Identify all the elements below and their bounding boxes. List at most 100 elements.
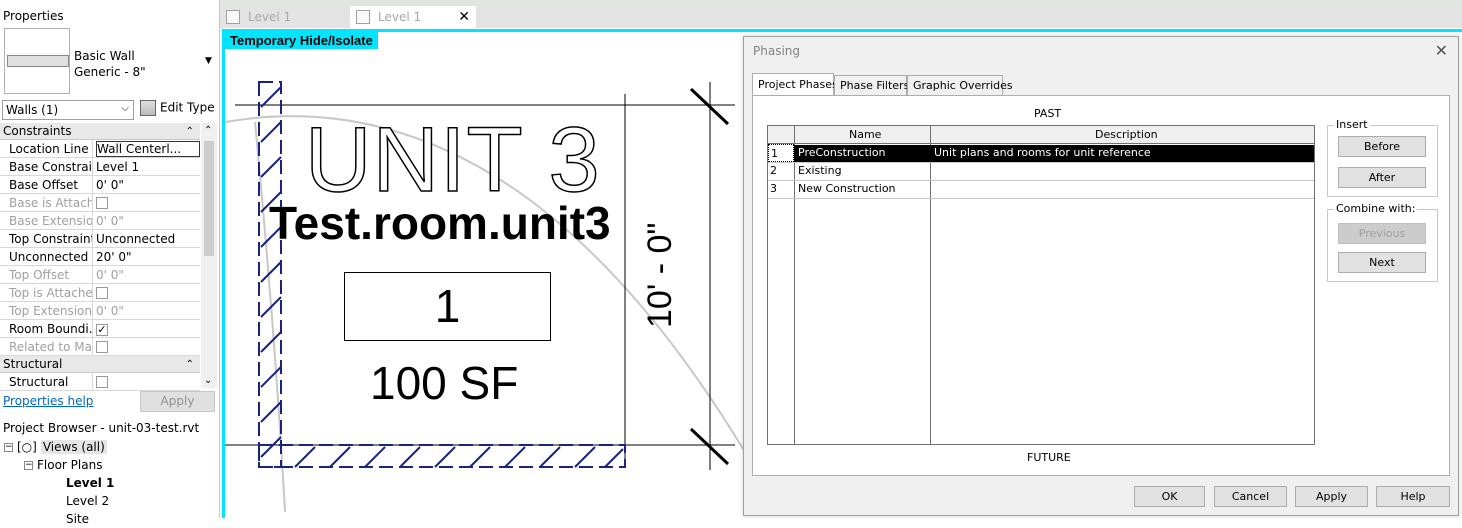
- room-area-tag[interactable]: 100 SF: [370, 360, 518, 406]
- tab-label: Level 1: [248, 10, 292, 24]
- col-divider: [794, 126, 795, 444]
- type-dropdown-icon[interactable]: ▼: [205, 56, 212, 66]
- collapse-icon[interactable]: −: [24, 461, 33, 470]
- edit-type-button[interactable]: Edit Type: [140, 100, 215, 116]
- combine-next-button[interactable]: Next: [1338, 252, 1426, 273]
- prop-key: Unconnected ...: [0, 248, 93, 265]
- group-constraints[interactable]: Constraints ⌃: [0, 123, 200, 140]
- prop-value: 0' 0": [96, 304, 124, 318]
- past-label: PAST: [1034, 107, 1062, 120]
- floor-plan-icon: [226, 10, 240, 24]
- row-line: [768, 162, 1314, 163]
- scroll-up-icon[interactable]: ⌃: [204, 125, 212, 136]
- prop-key: Top Offset: [0, 266, 93, 283]
- edit-type-icon: [140, 100, 156, 116]
- scroll-down-icon[interactable]: ⌄: [204, 375, 212, 386]
- cancel-button[interactable]: Cancel: [1214, 486, 1287, 507]
- unit-label[interactable]: UNIT 3: [304, 113, 601, 207]
- prop-row-room-bounding[interactable]: Room Boundi... ✓: [0, 320, 200, 338]
- dimension-text[interactable]: 10' - 0": [641, 222, 680, 328]
- edit-type-label: Edit Type: [160, 100, 215, 115]
- prop-row-structural[interactable]: Structural: [0, 373, 200, 391]
- type-name-label: Generic - 8": [74, 65, 146, 79]
- close-icon[interactable]: ✕: [1435, 41, 1448, 60]
- location-line-field[interactable]: Wall Centerl...: [96, 141, 200, 157]
- help-button[interactable]: Help: [1376, 486, 1450, 507]
- close-tab-icon[interactable]: ✕: [458, 6, 470, 28]
- properties-help-link[interactable]: Properties help: [3, 394, 93, 408]
- structural-checkbox[interactable]: [96, 376, 108, 388]
- column-header-name[interactable]: Name: [847, 126, 881, 144]
- tree-node-site[interactable]: Site: [66, 510, 89, 528]
- room-number-tag[interactable]: 1: [344, 272, 551, 341]
- prop-row-top-constraint[interactable]: Top Constraint Unconnected: [0, 230, 200, 248]
- phase-description[interactable]: [932, 162, 934, 180]
- prop-key: Base Offset: [0, 176, 93, 193]
- phase-description[interactable]: [932, 180, 934, 198]
- phasing-dialog: Phasing ✕ Project Phases Phase Filters G…: [743, 36, 1459, 516]
- row-number[interactable]: 3: [768, 180, 777, 198]
- checkbox: [96, 341, 108, 353]
- collapse-icon[interactable]: ⌃: [186, 123, 194, 140]
- insert-before-button[interactable]: Before: [1338, 136, 1426, 157]
- properties-apply-button[interactable]: Apply: [140, 391, 215, 412]
- collapse-icon[interactable]: ⌃: [186, 356, 194, 373]
- row-number[interactable]: 1: [768, 144, 794, 162]
- collapse-icon[interactable]: −: [4, 443, 13, 452]
- tree-label: Views (all): [40, 440, 107, 454]
- prop-row-base-offset[interactable]: Base Offset 0' 0": [0, 176, 200, 194]
- prop-row-top-attached: Top is Attached: [0, 284, 200, 302]
- prop-key: Location Line: [0, 140, 93, 157]
- prop-value[interactable]: Unconnected: [93, 230, 200, 247]
- tab-level1-inactive[interactable]: Level 1: [220, 6, 348, 28]
- prop-value[interactable]: 0' 0": [93, 176, 200, 193]
- tree-node-level2[interactable]: Level 2: [66, 492, 109, 510]
- prop-row-unconnected-height[interactable]: Unconnected ...20' 0": [0, 248, 200, 266]
- group-label: Structural: [3, 357, 63, 371]
- group-structural[interactable]: Structural ⌃: [0, 356, 200, 373]
- instance-filter-select[interactable]: Walls (1) ⌵: [2, 100, 134, 120]
- floor-plan-icon: [356, 10, 370, 24]
- insert-after-button[interactable]: After: [1338, 167, 1426, 188]
- phase-description[interactable]: Unit plans and rooms for unit reference: [932, 144, 1151, 162]
- wall-preview-icon: [7, 55, 69, 67]
- tab-project-phases[interactable]: Project Phases: [752, 73, 838, 97]
- view-tabs-bar: Level 1 Level 1 ✕: [220, 6, 1462, 28]
- tab-phase-filters[interactable]: Phase Filters: [834, 75, 909, 96]
- tab-level1-active[interactable]: Level 1 ✕: [350, 6, 476, 28]
- column-header-description[interactable]: Description: [1093, 126, 1158, 144]
- tree-node-views[interactable]: − [○] Views (all): [4, 438, 107, 456]
- tree-node-floor-plans[interactable]: − Floor Plans: [24, 456, 102, 474]
- prop-key: Base is Attach...: [0, 194, 93, 211]
- apply-button[interactable]: Apply: [1295, 486, 1368, 507]
- properties-scrollbar[interactable]: ⌃ ⌄: [201, 123, 217, 388]
- prop-value[interactable]: Level 1: [93, 158, 200, 175]
- prop-key: Structural: [0, 373, 93, 390]
- prop-key: Related to Mass: [0, 338, 93, 355]
- tab-graphic-overrides[interactable]: Graphic Overrides: [907, 75, 1013, 96]
- prop-row-base-constraint[interactable]: Base ConstraintLevel 1: [0, 158, 200, 176]
- ok-button[interactable]: OK: [1134, 486, 1205, 507]
- type-selector[interactable]: Basic Wall Generic - 8": [74, 48, 146, 80]
- properties-title: Properties: [3, 9, 64, 23]
- phase-name[interactable]: PreConstruction: [796, 144, 886, 162]
- room-bounding-checkbox[interactable]: ✓: [96, 324, 108, 336]
- type-preview-thumbnail[interactable]: [4, 28, 70, 94]
- prop-row-base-attached: Base is Attach...: [0, 194, 200, 212]
- phases-table[interactable]: Name Description 1 PreConstruction Unit …: [767, 125, 1315, 445]
- room-name-tag[interactable]: Test.room.unit3: [269, 200, 611, 246]
- chevron-down-icon: ⌵: [121, 103, 129, 114]
- phase-name[interactable]: Existing: [796, 162, 842, 180]
- combine-label: Combine with:: [1334, 202, 1418, 215]
- type-family-label: Basic Wall: [74, 49, 135, 63]
- tree-node-level1[interactable]: Level 1: [66, 474, 114, 492]
- phase-name[interactable]: New Construction: [796, 180, 896, 198]
- scroll-thumb[interactable]: [204, 141, 214, 256]
- prop-key: Top is Attached: [0, 284, 93, 301]
- checkbox: [96, 197, 108, 209]
- row-number[interactable]: 2: [768, 162, 777, 180]
- prop-row-location-line[interactable]: Location Line Wall Centerl...: [0, 140, 200, 158]
- prop-row-base-extension: Base Extensio...0' 0": [0, 212, 200, 230]
- combine-previous-button[interactable]: Previous: [1338, 223, 1426, 244]
- prop-value[interactable]: 20' 0": [93, 248, 200, 265]
